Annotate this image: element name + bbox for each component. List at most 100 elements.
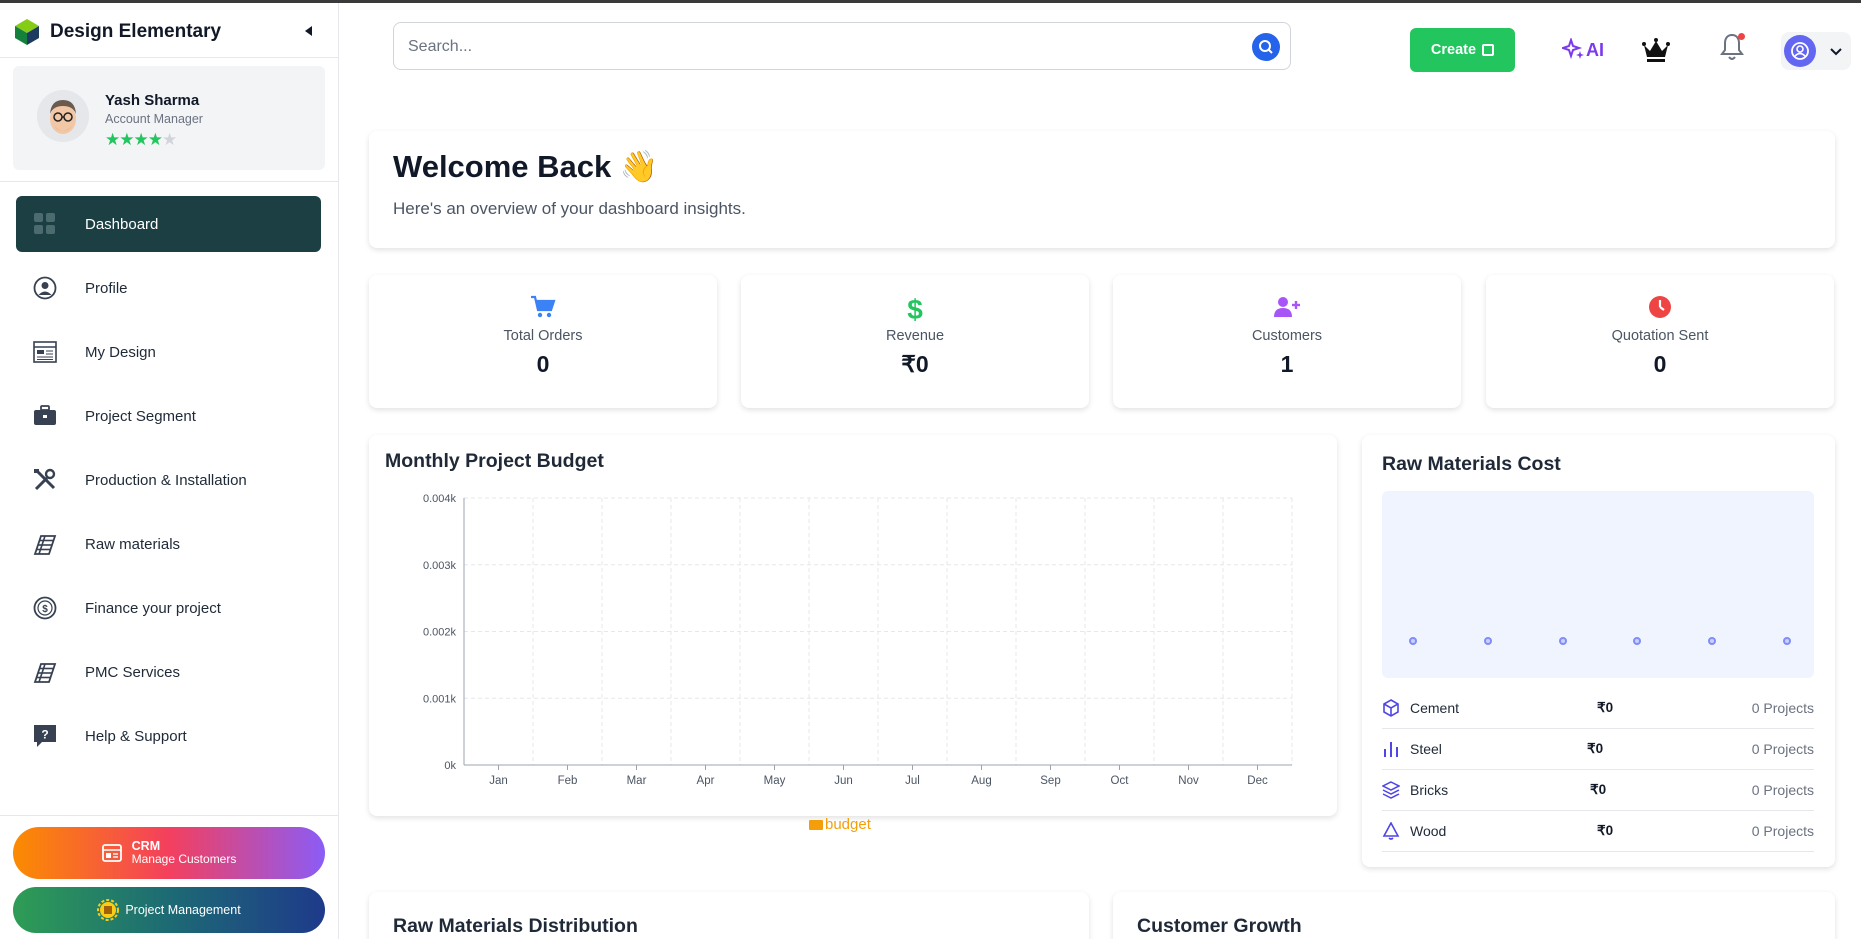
stat-label: Revenue	[885, 328, 945, 344]
sidebar-nav: Dashboard Profile My Design Project Segm…	[16, 196, 321, 772]
stat-label: Quotation Sent	[1611, 328, 1709, 344]
list-item[interactable]: Cement ₹0 0 Projects	[1382, 688, 1814, 729]
cube-icon	[1382, 699, 1400, 717]
list-item[interactable]: Bricks ₹0 0 Projects	[1382, 770, 1814, 811]
card-title: Raw Materials Distribution	[393, 915, 638, 937]
y-tick-label: 0.002k	[423, 627, 457, 639]
sidebar-item-my-design[interactable]: My Design	[16, 324, 321, 380]
user-role: Account Manager	[105, 112, 203, 126]
stat-label: Customers	[1251, 328, 1323, 344]
star-filled-icon: ★	[119, 130, 134, 149]
x-tick-label: Dec	[1247, 775, 1268, 787]
monthly-budget-card: Monthly Project Budget 0k 0.001k 0.002k 0.0…	[369, 435, 1337, 816]
briefcase-icon	[31, 402, 59, 430]
svg-text:$: $	[907, 295, 923, 323]
search-input[interactable]	[408, 35, 1188, 59]
raw-materials-distribution-card: Raw Materials Distribution	[369, 892, 1089, 939]
sidebar: Design Elementary Yash Sharma Account Ma…	[0, 3, 339, 939]
crm-subtitle: Manage Customers	[131, 852, 237, 867]
material-name: Wood	[1410, 823, 1447, 839]
user-menu[interactable]	[1781, 32, 1851, 70]
y-tick-label: 0.004k	[423, 493, 457, 505]
chart-point	[1409, 637, 1417, 645]
user-rating: ★★★★★	[105, 130, 177, 150]
dollar-icon: $	[741, 295, 1089, 323]
user-plus-icon	[1113, 295, 1461, 323]
user-avatar-icon	[1784, 35, 1816, 67]
x-tick-label: Jun	[834, 775, 853, 787]
user-circle-icon	[31, 274, 59, 302]
clock-icon	[1486, 295, 1834, 323]
star-filled-icon: ★	[147, 130, 163, 149]
crm-icon	[101, 844, 122, 862]
sidebar-item-finance[interactable]: $ Finance your project	[16, 580, 321, 636]
x-tick-label: Jul	[905, 775, 920, 787]
stat-label: Total Orders	[503, 328, 583, 344]
legend-swatch	[809, 819, 823, 830]
create-label: Create	[1430, 42, 1477, 58]
bell-outline-icon	[1382, 822, 1400, 840]
stat-card-total-orders[interactable]: Total Orders 0	[369, 275, 717, 408]
search-bar	[393, 22, 1291, 70]
sidebar-item-project-segment[interactable]: Project Segment	[16, 388, 321, 444]
x-tick-label: Mar	[627, 775, 647, 787]
sidebar-item-pmc-services[interactable]: PMC Services	[16, 644, 321, 700]
divider	[0, 181, 339, 182]
star-filled-icon: ★	[105, 130, 120, 149]
raw-materials-title: Raw Materials Cost	[1382, 453, 1561, 475]
chart-point	[1783, 637, 1791, 645]
design-icon	[31, 338, 59, 366]
budget-chart: 0k 0.001k 0.002k 0.003k 0.004k Jan Feb Mar Apr Ma…	[423, 493, 1293, 787]
profile-card[interactable]: Yash Sharma Account Manager ★★★★★	[13, 66, 325, 170]
sidebar-item-label: Dashboard	[85, 215, 159, 233]
create-icon	[1482, 44, 1495, 56]
material-name: Cement	[1410, 700, 1460, 716]
list-item[interactable]: Steel ₹0 0 Projects	[1382, 729, 1814, 770]
material-projects: 0 Projects	[1751, 700, 1814, 716]
dollar-circle-icon: $	[31, 594, 59, 622]
y-tick-label: 0.003k	[423, 560, 457, 572]
sidebar-item-label: Production & Installation	[85, 471, 247, 489]
welcome-subtitle: Here's an overview of your dashboard ins…	[393, 199, 746, 218]
chart-point	[1484, 637, 1492, 645]
notification-badge	[1738, 33, 1745, 40]
star-empty-icon: ★	[162, 130, 177, 149]
search-button[interactable]	[1252, 33, 1280, 61]
bar-chart-icon	[1382, 740, 1400, 758]
ai-button[interactable]: AI	[1562, 36, 1604, 64]
collapse-sidebar-icon[interactable]	[301, 23, 317, 39]
cart-icon	[369, 295, 717, 323]
brand: Design Elementary	[12, 15, 327, 49]
welcome-card: Welcome Back 👋 Here's an overview of you…	[369, 131, 1835, 248]
sidebar-item-raw-materials[interactable]: Raw materials	[16, 516, 321, 572]
chart-legend[interactable]: budget	[809, 816, 871, 833]
create-button[interactable]: Create	[1410, 28, 1515, 72]
material-cost: ₹0	[1587, 741, 1604, 756]
chevron-down-icon	[1830, 48, 1842, 56]
project-management-button[interactable]: Project Management	[13, 887, 325, 933]
crm-button[interactable]: CRM Manage Customers	[13, 827, 325, 879]
list-item[interactable]: Wood ₹0 0 Projects	[1382, 811, 1814, 852]
sidebar-item-production-installation[interactable]: Production & Installation	[16, 452, 321, 508]
layers-icon	[1382, 781, 1400, 799]
x-tick-label: Nov	[1178, 775, 1199, 787]
stat-card-quotation-sent[interactable]: Quotation Sent 0	[1486, 275, 1834, 408]
materials-icon	[31, 658, 59, 686]
sidebar-item-help-support[interactable]: ? Help & Support	[16, 708, 321, 764]
sidebar-item-label: Project Segment	[85, 407, 196, 425]
material-projects: 0 Projects	[1751, 741, 1814, 757]
stat-value: ₹0	[901, 351, 929, 377]
raw-materials-chart	[1382, 491, 1814, 678]
sparkles-icon	[1562, 38, 1584, 60]
tools-icon	[31, 466, 59, 494]
sidebar-item-dashboard[interactable]: Dashboard	[16, 196, 321, 252]
chart-point	[1708, 637, 1716, 645]
x-tick-label: Feb	[558, 775, 578, 787]
sidebar-item-profile[interactable]: Profile	[16, 260, 321, 316]
crown-icon[interactable]	[1642, 37, 1670, 63]
stat-card-revenue[interactable]: $ Revenue ₹0	[741, 275, 1089, 408]
project-management-icon	[97, 899, 120, 921]
stat-card-customers[interactable]: Customers 1	[1113, 275, 1461, 408]
sidebar-item-label: Raw materials	[85, 535, 181, 553]
material-name: Bricks	[1410, 782, 1449, 798]
